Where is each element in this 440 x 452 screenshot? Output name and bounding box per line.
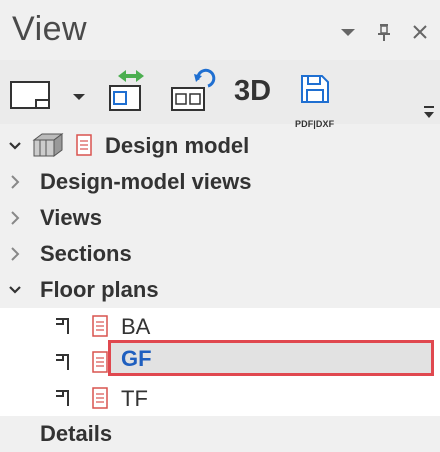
- floor-plan-label: TF: [121, 386, 148, 411]
- 3d-view-button[interactable]: 3D: [234, 75, 271, 108]
- tree-item-label: Views: [40, 205, 102, 230]
- tree-item-label: Design-model views: [40, 169, 252, 194]
- pdf-dxf-export-button[interactable]: PDF|DXF: [295, 72, 334, 129]
- switch-view-button[interactable]: [106, 66, 152, 119]
- view-frame-icon: [10, 81, 50, 109]
- chevron-right-icon[interactable]: [8, 210, 22, 226]
- selected-item-highlight[interactable]: GF: [108, 340, 434, 376]
- title-controls: [338, 22, 430, 42]
- panel-title: View: [12, 10, 88, 48]
- tree-item-design-model-views[interactable]: Design-model views: [0, 164, 440, 200]
- floor-plan-icon: [56, 318, 69, 334]
- chevron-right-icon[interactable]: [8, 174, 22, 190]
- tree-item-details[interactable]: Details: [0, 416, 440, 452]
- tree-item-sections[interactable]: Sections: [0, 236, 440, 272]
- tree-item-label: Floor plans: [40, 277, 159, 302]
- tree-item-label: Details: [40, 421, 113, 446]
- switch-view-icon: [109, 70, 144, 111]
- close-icon[interactable]: [410, 22, 430, 42]
- tree-item-label: Sections: [40, 241, 132, 266]
- chevron-right-icon[interactable]: [8, 246, 22, 262]
- view-frame-button[interactable]: [10, 80, 52, 117]
- chevron-down-icon[interactable]: [8, 282, 22, 298]
- toolbar-overflow-button[interactable]: [424, 104, 434, 125]
- document-icon: [92, 387, 108, 409]
- floor-plan-icon: [56, 354, 69, 370]
- tree-item-design-model[interactable]: Design model: [0, 128, 440, 164]
- selected-floor-plan-label: GF: [121, 346, 152, 371]
- tree-item-views[interactable]: Views: [0, 200, 440, 236]
- toolbar: 3D PDF|DXF: [0, 60, 440, 129]
- floor-plan-label: BA: [121, 314, 151, 339]
- overflow-chevron-icon: [424, 106, 434, 118]
- chevron-down-icon[interactable]: [8, 138, 22, 154]
- floor-plan-item-ba[interactable]: BA: [0, 308, 440, 344]
- document-icon: [92, 351, 108, 373]
- document-icon: [92, 315, 108, 337]
- refresh-view-icon: [171, 68, 216, 111]
- chevron-down-icon: [73, 94, 85, 100]
- tree-item-floor-plans[interactable]: Floor plans: [0, 272, 440, 308]
- view-frame-dropdown[interactable]: [73, 89, 85, 107]
- tree-item-label: Design model: [105, 133, 250, 158]
- floor-plan-item-tf[interactable]: TF: [0, 380, 440, 416]
- pin-icon[interactable]: [374, 22, 394, 42]
- refresh-view-button[interactable]: [168, 66, 216, 119]
- dropdown-icon[interactable]: [338, 22, 358, 42]
- save-disk-icon: [301, 75, 329, 103]
- document-icon: [76, 134, 92, 156]
- building-model-icon: [32, 133, 64, 157]
- floor-plan-icon: [56, 390, 69, 406]
